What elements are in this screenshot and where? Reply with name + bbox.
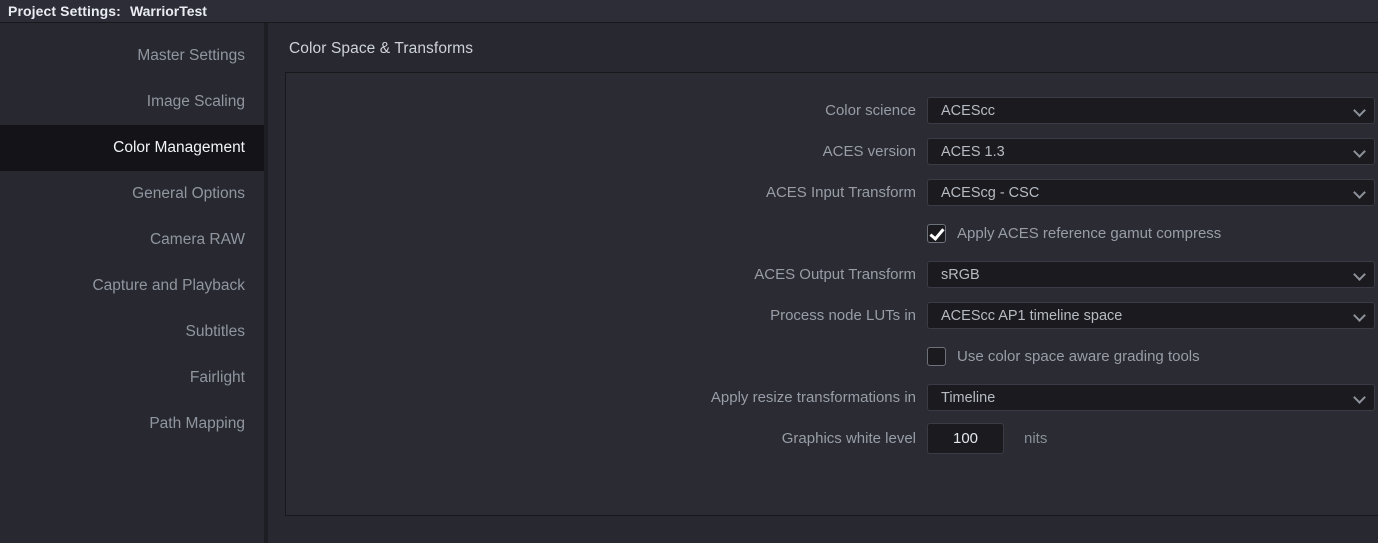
sidebar-item-image-scaling[interactable]: Image Scaling: [0, 79, 264, 125]
row-resize-transformations: Apply resize transformations in Timeline: [286, 377, 1378, 418]
titlebar: Project Settings: WarriorTest: [0, 0, 1378, 23]
dropdown-value: Timeline: [941, 389, 996, 406]
dropdown-value: ACEScc AP1 timeline space: [941, 307, 1123, 324]
sidebar-item-subtitles[interactable]: Subtitles: [0, 309, 264, 355]
sidebar-item-label: Image Scaling: [146, 93, 245, 110]
chevron-down-icon: [1354, 309, 1367, 322]
main-body: Master Settings Image Scaling Color Mana…: [0, 23, 1378, 543]
dropdown-color-science[interactable]: ACEScc: [927, 97, 1375, 124]
titlebar-label: Project Settings:: [8, 3, 121, 19]
row-aces-input-transform: ACES Input Transform ACEScg - CSC: [286, 172, 1378, 213]
input-value: 100: [952, 430, 979, 447]
dropdown-resize-transformations[interactable]: Timeline: [927, 384, 1375, 411]
row-color-science: Color science ACEScc: [286, 90, 1378, 131]
checkbox-group-gamut-compress: Apply ACES reference gamut compress: [927, 224, 1221, 243]
sidebar-item-master-settings[interactable]: Master Settings: [0, 33, 264, 79]
dropdown-value: ACEScg - CSC: [941, 184, 1040, 201]
chevron-down-icon: [1354, 104, 1367, 117]
sidebar-item-color-management[interactable]: Color Management: [0, 125, 264, 171]
sidebar-item-label: Subtitles: [185, 323, 245, 340]
titlebar-project-name: WarriorTest: [129, 3, 207, 19]
checkbox-label-gamut-compress[interactable]: Apply ACES reference gamut compress: [957, 225, 1221, 242]
label-color-science: Color science: [825, 102, 916, 119]
content-area: Color Space & Transforms Color science A…: [268, 23, 1378, 543]
sidebar-item-label: Capture and Playback: [92, 277, 245, 294]
sidebar: Master Settings Image Scaling Color Mana…: [0, 23, 268, 543]
sidebar-item-fairlight[interactable]: Fairlight: [0, 355, 264, 401]
row-aces-output-transform: ACES Output Transform sRGB: [286, 254, 1378, 295]
dropdown-value: ACES 1.3: [941, 143, 1005, 160]
sidebar-item-label: Master Settings: [137, 47, 245, 64]
label-aces-input-transform: ACES Input Transform: [765, 184, 916, 201]
row-aces-version: ACES version ACES 1.3: [286, 131, 1378, 172]
sidebar-item-path-mapping[interactable]: Path Mapping: [0, 401, 264, 447]
unit-label-nits: nits: [1024, 430, 1048, 447]
label-graphics-white-level: Graphics white level: [781, 430, 916, 447]
dropdown-value: sRGB: [941, 266, 980, 283]
label-process-node-luts: Process node LUTs in: [770, 307, 916, 324]
dropdown-process-node-luts[interactable]: ACEScc AP1 timeline space: [927, 302, 1375, 329]
checkbox-gamut-compress[interactable]: [927, 224, 946, 243]
row-color-space-aware: Use color space aware grading tools: [286, 336, 1378, 377]
input-graphics-white-level[interactable]: 100: [927, 423, 1004, 454]
chevron-down-icon: [1354, 268, 1367, 281]
sidebar-item-general-options[interactable]: General Options: [0, 171, 264, 217]
label-aces-output-transform: ACES Output Transform: [754, 266, 916, 283]
row-gamut-compress: Apply ACES reference gamut compress: [286, 213, 1378, 254]
dropdown-aces-output-transform[interactable]: sRGB: [927, 261, 1375, 288]
chevron-down-icon: [1354, 145, 1367, 158]
sidebar-item-capture-and-playback[interactable]: Capture and Playback: [0, 263, 264, 309]
chevron-down-icon: [1354, 391, 1367, 404]
checkbox-color-space-aware[interactable]: [927, 347, 946, 366]
dropdown-aces-input-transform[interactable]: ACEScg - CSC: [927, 179, 1375, 206]
section-title: Color Space & Transforms: [289, 40, 474, 57]
label-aces-version: ACES version: [822, 143, 916, 160]
sidebar-item-label: Fairlight: [189, 369, 245, 386]
row-graphics-white-level: Graphics white level 100 nits: [286, 418, 1378, 459]
dropdown-aces-version[interactable]: ACES 1.3: [927, 138, 1375, 165]
settings-rows: Color science ACEScc ACES version ACES 1…: [286, 73, 1378, 459]
row-process-node-luts: Process node LUTs in ACEScc AP1 timeline…: [286, 295, 1378, 336]
label-resize-transformations: Apply resize transformations in: [710, 389, 916, 406]
sidebar-item-label: Path Mapping: [149, 415, 245, 432]
sidebar-item-camera-raw[interactable]: Camera RAW: [0, 217, 264, 263]
dropdown-value: ACEScc: [941, 102, 995, 119]
checkbox-label-color-space-aware[interactable]: Use color space aware grading tools: [957, 348, 1200, 365]
chevron-down-icon: [1354, 186, 1367, 199]
sidebar-item-label: Camera RAW: [149, 231, 245, 248]
sidebar-item-label: Color Management: [113, 139, 245, 156]
checkbox-group-color-space-aware: Use color space aware grading tools: [927, 347, 1200, 366]
sidebar-item-label: General Options: [132, 185, 245, 202]
settings-panel: Color science ACEScc ACES version ACES 1…: [285, 72, 1378, 516]
